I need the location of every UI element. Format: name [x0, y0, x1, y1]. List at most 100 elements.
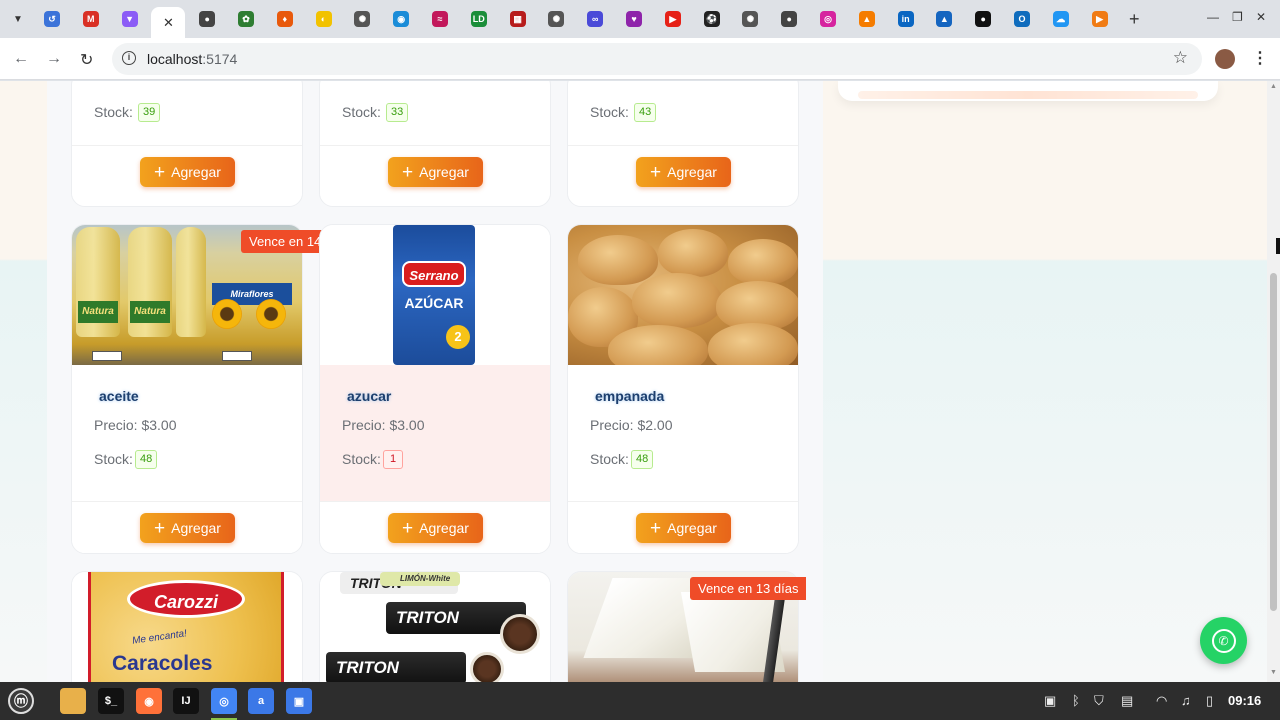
browser-tab[interactable]: ▲ [931, 7, 957, 31]
address-bar[interactable]: i localhost:5174 ☆ [112, 43, 1202, 75]
browser-tab[interactable]: ☁ [1048, 7, 1074, 31]
product-image-azucar: Serrano AZÚCAR 2 [320, 225, 550, 365]
product-grid: Stock: 39 + Agregar Stock: 33 + Agregar St… [47, 81, 823, 682]
stock-label: Stock: [342, 451, 381, 467]
add-to-cart-button[interactable]: + Agregar [140, 157, 235, 187]
url-text[interactable]: localhost:5174 [147, 51, 237, 67]
restore-icon[interactable]: ❐ [1232, 10, 1243, 24]
card-footer: + Agregar [320, 145, 550, 199]
openai-icon: ✺ [354, 11, 371, 27]
cart-panel [838, 81, 1218, 101]
minimize-icon[interactable]: — [1207, 10, 1219, 24]
close-window-icon[interactable]: ✕ [1256, 10, 1266, 24]
music-icon[interactable]: ♫ [1181, 693, 1191, 708]
browser-tab[interactable]: ▲ [854, 7, 880, 31]
product-price: Precio: $3.00 [94, 417, 177, 433]
battery-icon[interactable]: ▯ [1206, 693, 1213, 709]
wave-icon: ≈ [432, 11, 448, 27]
firefox-icon[interactable]: ◉ [136, 688, 162, 714]
scroll-up-icon[interactable]: ▲ [1270, 83, 1277, 90]
browser-menu-icon[interactable]: ⋮ [1252, 48, 1268, 68]
forward-icon[interactable]: → [46, 50, 62, 68]
browser-tab[interactable]: ✕ [151, 7, 186, 38]
us-flag-icon[interactable]: ▤ [1121, 693, 1133, 709]
product-card-empanada: empanada Precio: $2.00 Stock: 48 + Agrega… [567, 224, 799, 554]
tab-search-button[interactable]: ▼ [7, 8, 29, 30]
mint-menu-icon[interactable]: ⓜ [8, 688, 34, 714]
card-footer: + Agregar [568, 145, 798, 199]
globe-icon: ● [199, 11, 216, 27]
browser-tab[interactable]: LD [466, 7, 492, 31]
browser-tab[interactable]: ▼ [117, 7, 143, 31]
browser-tab[interactable]: ✿ [233, 7, 259, 31]
wifi-icon[interactable]: ◠ [1156, 693, 1167, 709]
browser-tab[interactable]: ◎ [815, 7, 841, 31]
add-to-cart-button[interactable]: + Agregar [388, 157, 483, 187]
browser-tab[interactable]: ◐ [311, 7, 337, 31]
page-viewport: Stock: 39 + Agregar Stock: 33 + Agregar St… [0, 81, 1267, 682]
stock-badge-low: 1 [383, 450, 403, 469]
intellij-icon[interactable]: IJ [173, 688, 199, 714]
gmail-icon: M [82, 11, 99, 27]
mouse-cursor [1276, 238, 1280, 254]
browser-tab[interactable]: O [1009, 7, 1035, 31]
page-scrollbar[interactable]: ▲ ▼ [1267, 81, 1280, 682]
browser-tab[interactable]: ✺ [543, 7, 569, 31]
product-card: Stock: 33 + Agregar [319, 81, 551, 207]
shield-icon[interactable]: ⛉ [1094, 693, 1104, 709]
chrome-icon[interactable]: ◎ [211, 688, 237, 714]
back-icon[interactable]: ← [13, 50, 29, 68]
browser-tab[interactable]: ● [970, 7, 996, 31]
profile-avatar[interactable] [1215, 49, 1235, 69]
browser-tab[interactable]: ▶ [1087, 7, 1113, 31]
reload-icon[interactable]: ↻ [80, 50, 93, 70]
clock: 09:16 [1228, 693, 1262, 708]
screenshot-icon[interactable]: ▣ [1044, 693, 1056, 709]
browser-tab[interactable]: M [78, 7, 104, 31]
browser-tab[interactable]: ⚽ [699, 7, 725, 31]
new-tab-button[interactable]: + [1129, 9, 1140, 30]
folder-icon[interactable] [60, 688, 86, 714]
scrollbar-thumb[interactable] [1270, 273, 1277, 611]
add-to-cart-button[interactable]: + Agregar [636, 513, 731, 543]
product-card: Stock: 43 + Agregar [567, 81, 799, 207]
browser-tab[interactable]: ▦ [505, 7, 531, 31]
stock-label: Stock: [94, 451, 133, 467]
product-name: aceite [99, 388, 139, 404]
terminal-icon[interactable]: $_ [98, 688, 124, 714]
screenshot-icon[interactable]: ▣ [286, 688, 312, 714]
browser-tab[interactable]: ◉ [388, 7, 414, 31]
stock-label: Stock: [590, 451, 629, 467]
site-info-icon[interactable]: i [122, 51, 136, 65]
add-to-cart-button[interactable]: + Agregar [388, 513, 483, 543]
add-to-cart-button[interactable]: + Agregar [636, 157, 731, 187]
plus-icon: + [402, 161, 414, 183]
card-footer: + Agregar [72, 501, 302, 553]
scroll-down-icon[interactable]: ▼ [1270, 669, 1277, 676]
card-footer: + Agregar [320, 501, 550, 553]
whatsapp-button[interactable]: ✆ [1200, 617, 1247, 664]
product-card: TRITON LIMÓN-White TRITON TRITON [319, 571, 551, 682]
stock-label: Stock: [94, 104, 133, 120]
card-footer: + Agregar [568, 501, 798, 553]
browser-tab[interactable]: ♥ [621, 7, 647, 31]
browser-tab[interactable]: ∞ [582, 7, 608, 31]
product-image-cookies: TRITON LIMÓN-White TRITON TRITON [320, 572, 550, 682]
browser-tab[interactable]: ✺ [349, 7, 375, 31]
browser-tab[interactable]: ≈ [427, 7, 453, 31]
browser-tab[interactable]: ✺ [737, 7, 763, 31]
add-to-cart-button[interactable]: + Agregar [140, 513, 235, 543]
product-card: Stock: 39 + Agregar [71, 81, 303, 207]
browser-tab[interactable]: ● [194, 7, 220, 31]
close-icon[interactable]: ✕ [163, 15, 174, 31]
browser-tab[interactable]: ● [776, 7, 802, 31]
bluetooth-icon[interactable]: ᛒ [1072, 693, 1080, 708]
browser-tab[interactable]: ♦ [272, 7, 298, 31]
app-a-icon[interactable]: a [248, 688, 274, 714]
browser-tab[interactable]: ▶ [660, 7, 686, 31]
stock-label: Stock: [590, 104, 629, 120]
browser-tab[interactable]: ↺ [39, 7, 65, 31]
bookmark-star-icon[interactable]: ☆ [1173, 48, 1188, 68]
youtube-icon: ▶ [664, 11, 681, 27]
browser-tab[interactable]: in [893, 7, 919, 31]
